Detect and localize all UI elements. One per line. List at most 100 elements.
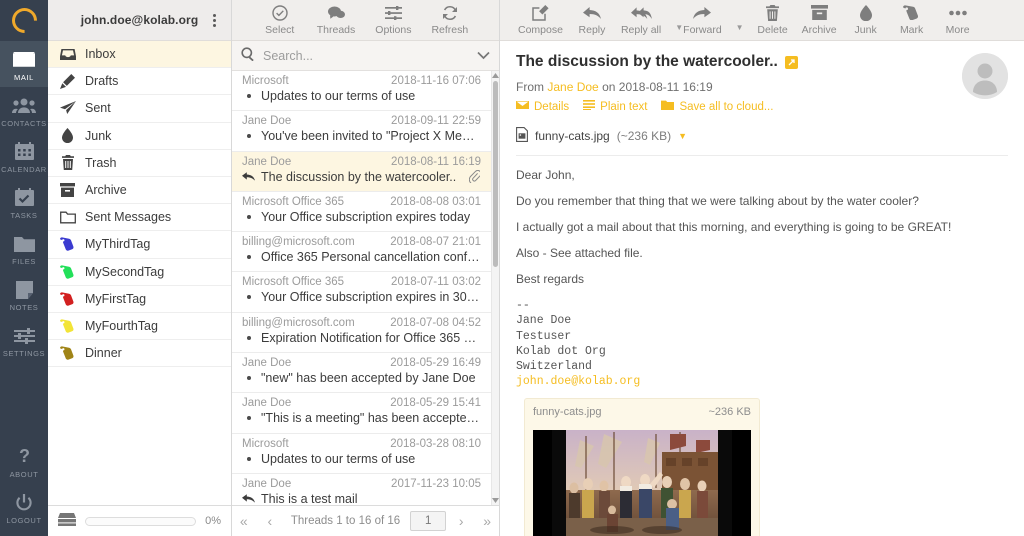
next-page-button[interactable]: › [450, 513, 472, 529]
attachment-preview-card[interactable]: funny-cats.jpg ~236 KB [524, 398, 760, 536]
folder-label: MyFourthTag [85, 319, 158, 333]
prev-page-button[interactable]: ‹ [259, 513, 281, 529]
message-subject: Your Office subscription expires in 30 d… [261, 290, 481, 304]
task-item-calendar[interactable]: Calendar [0, 133, 48, 179]
message-date: 2018-08-08 03:01 [390, 196, 481, 208]
caret-down-icon[interactable]: ▼ [675, 23, 683, 32]
compose-button[interactable]: Compose [518, 3, 563, 36]
message-subject: "This is a meeting" has been accepted b.… [261, 411, 481, 425]
disk-icon [58, 513, 76, 529]
power-icon [15, 493, 33, 513]
message-list-item[interactable]: Jane Doe2018-09-11 22:59 You've been inv… [232, 111, 491, 151]
task-item-contacts[interactable]: Contacts [0, 87, 48, 133]
speech-bubbles-icon [328, 3, 345, 22]
signature-line: -- [516, 298, 1008, 313]
task-item-logout[interactable]: Logout [0, 484, 48, 530]
task-item-settings[interactable]: Settings [0, 317, 48, 363]
folder-item-mythirdtag[interactable]: MyThirdTag [48, 231, 231, 258]
scroll-down-arrow-icon[interactable] [492, 496, 499, 505]
scrollbar-thumb[interactable] [493, 81, 498, 267]
sender-link[interactable]: Jane Doe [547, 80, 598, 94]
task-list: Mail Contacts Calendar Tasks [0, 41, 48, 438]
folder-item-sent[interactable]: Sent [48, 95, 231, 122]
caret-down-icon[interactable]: ▼ [678, 131, 687, 141]
folder-item-sent-messages[interactable]: Sent Messages [48, 204, 231, 231]
caret-down-icon[interactable]: ▼ [736, 23, 744, 32]
task-item-about[interactable]: ? About [0, 438, 48, 484]
chevron-down-icon[interactable] [477, 48, 490, 63]
folder-item-trash[interactable]: Trash [48, 150, 231, 177]
attachment-bar[interactable]: funny-cats.jpg (~236 KB) ▼ [516, 127, 1008, 156]
refresh-button[interactable]: Refresh [431, 3, 468, 36]
body-paragraph: Dear John, [516, 168, 1008, 183]
scroll-up-arrow-icon[interactable] [492, 71, 499, 80]
reply-button[interactable]: Reply [575, 3, 609, 36]
message-list-item[interactable]: Jane Doe2018-05-29 15:41 "This is a meet… [232, 393, 491, 433]
kolab-logo [0, 0, 48, 41]
task-item-notes[interactable]: Notes [0, 271, 48, 317]
mark-button[interactable]: Mark [895, 3, 929, 36]
trash-icon [765, 3, 780, 22]
unread-dot-icon [242, 255, 255, 259]
message-list-item[interactable]: Microsoft2018-03-28 08:10 Updates to our… [232, 434, 491, 474]
folder-item-drafts[interactable]: Drafts [48, 68, 231, 95]
task-item-tasks[interactable]: Tasks [0, 179, 48, 225]
search-input[interactable]: Search... [263, 49, 469, 63]
folder-label: MyThirdTag [85, 237, 150, 251]
task-item-mail[interactable]: Mail [0, 41, 48, 87]
last-page-button[interactable]: » [476, 513, 498, 529]
message-sender: Microsoft Office 365 [242, 276, 344, 288]
external-link-icon[interactable] [785, 56, 798, 69]
folder-item-myfirsttag[interactable]: MyFirstTag [48, 286, 231, 313]
more-button[interactable]: More [941, 3, 975, 36]
message-list-scrollbar[interactable] [491, 71, 499, 505]
plain-text-link[interactable]: Plain text [583, 100, 647, 113]
message-list-column: Select Threads Options Refresh [232, 0, 500, 536]
image-file-icon [516, 127, 528, 145]
message-list-item[interactable]: Jane Doe2018-05-29 16:49 "new" has been … [232, 353, 491, 393]
message-list-item[interactable]: billing@microsoft.com2018-07-08 04:52 Ex… [232, 313, 491, 353]
unread-dot-icon [242, 295, 255, 299]
unread-dot-icon [242, 336, 255, 340]
message-list-item[interactable]: Microsoft2018-11-16 07:06 Updates to our… [232, 71, 491, 111]
message-list-item[interactable]: Jane Doe2017-11-23 10:05 This is a test … [232, 474, 491, 505]
folder-item-dinner[interactable]: Dinner [48, 340, 231, 367]
signature-email-link[interactable]: john.doe@kolab.org [516, 374, 1008, 389]
folders-column: john.doe@kolab.org Inbox Drafts Se [48, 0, 232, 536]
first-page-button[interactable]: « [233, 513, 255, 529]
folder-item-myfourthtag[interactable]: MyFourthTag [48, 313, 231, 340]
message-body: Dear John, Do you remember that thing th… [500, 156, 1024, 536]
task-bottom-group: ? About Logout [0, 438, 48, 536]
folder-icon [14, 234, 35, 254]
button-label: Refresh [431, 24, 468, 36]
select-button[interactable]: Select [263, 3, 297, 36]
archive-box-icon [811, 3, 828, 22]
search-bar[interactable]: Search... [232, 41, 499, 71]
options-button[interactable]: Options [375, 3, 411, 36]
threads-button[interactable]: Threads [317, 3, 356, 36]
message-list-item[interactable]: Microsoft Office 3652018-07-11 03:02 You… [232, 272, 491, 312]
message-date: 2018-03-28 08:10 [390, 438, 481, 450]
message-subject: "new" has been accepted by Jane Doe [261, 371, 481, 385]
page-number-input[interactable]: 1 [410, 511, 446, 531]
kebab-menu-icon[interactable] [207, 12, 221, 28]
folder-item-archive[interactable]: Archive [48, 177, 231, 204]
task-item-files[interactable]: Files [0, 225, 48, 271]
message-list-item[interactable]: Microsoft Office 3652018-08-08 03:01 You… [232, 192, 491, 232]
delete-button[interactable]: Delete [756, 3, 790, 36]
save-all-to-cloud-link[interactable]: Save all to cloud... [661, 100, 773, 113]
folder-item-inbox[interactable]: Inbox [48, 41, 231, 68]
details-link[interactable]: Details [516, 100, 569, 113]
quota-progress-bar [85, 517, 196, 526]
reply-all-button[interactable]: Reply all [621, 3, 661, 36]
message-list-item-selected[interactable]: Jane Doe2018-08-11 16:19 The discussion … [232, 152, 491, 192]
forward-button[interactable]: Forward [683, 3, 722, 36]
folder-item-junk[interactable]: Junk [48, 123, 231, 150]
message-sender: Jane Doe [242, 156, 291, 168]
message-list-item[interactable]: billing@microsoft.com2018-08-07 21:01 Of… [232, 232, 491, 272]
junk-button[interactable]: Junk [849, 3, 883, 36]
link-label: Save all to cloud... [679, 101, 773, 113]
folder-item-mysecondtag[interactable]: MySecondTag [48, 259, 231, 286]
archive-button[interactable]: Archive [802, 3, 837, 36]
tag-icon [59, 265, 76, 279]
